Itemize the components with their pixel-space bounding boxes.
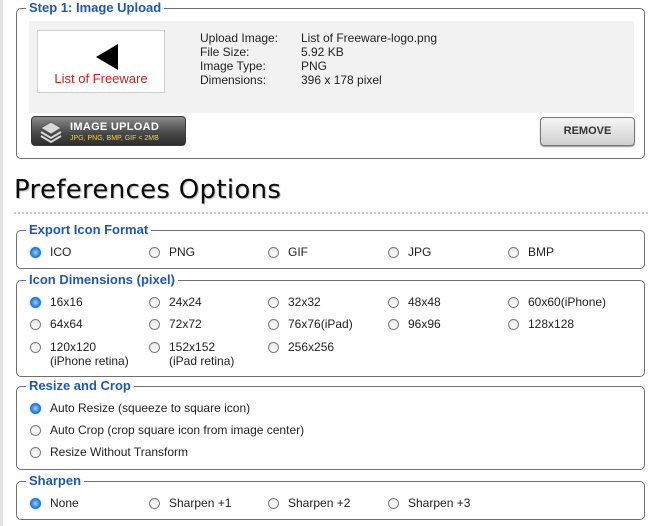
icon-dimensions-section: Icon Dimensions (pixel) 16x16 24x24 32x3… bbox=[16, 272, 645, 377]
resize-option-label: Resize Without Transform bbox=[50, 445, 189, 459]
resize-crop-legend: Resize and Crop bbox=[26, 378, 134, 394]
radio-icon[interactable] bbox=[508, 297, 519, 308]
dimension-option-label: 76x76(iPad) bbox=[288, 317, 353, 331]
dimension-option-sublabel: (iPad retina) bbox=[169, 354, 235, 368]
dimensions-value: 396 x 178 pixel bbox=[301, 73, 382, 87]
radio-icon[interactable] bbox=[30, 425, 41, 436]
radio-icon[interactable] bbox=[508, 247, 519, 258]
image-type-value: PNG bbox=[301, 59, 328, 73]
dimension-option-label: 24x24 bbox=[169, 295, 202, 309]
file-size-label: File Size: bbox=[200, 45, 250, 59]
sharpen-option-label: Sharpen +1 bbox=[169, 496, 232, 510]
image-upload-formats: JPG, PNG, BMP, GIF < 2MB bbox=[70, 135, 159, 142]
radio-icon[interactable] bbox=[268, 319, 279, 330]
radio-selected-icon[interactable] bbox=[30, 403, 41, 414]
page-title: Preferences Options bbox=[14, 175, 282, 205]
radio-selected-icon[interactable] bbox=[30, 498, 41, 509]
resize-crop-section: Resize and Crop Auto Resize (squeeze to … bbox=[16, 378, 645, 470]
logo-arrow-icon bbox=[96, 44, 118, 70]
image-type-label: Image Type: bbox=[200, 59, 266, 73]
file-size-value: 5.92 KB bbox=[301, 45, 344, 59]
radio-icon[interactable] bbox=[30, 319, 41, 330]
remove-button[interactable]: REMOVE bbox=[540, 117, 635, 146]
export-format-section: Export Icon Format ICO PNG GIF JPG BMP bbox=[16, 222, 645, 269]
sharpen-option-label: Sharpen +3 bbox=[408, 496, 471, 510]
radio-icon[interactable] bbox=[149, 247, 160, 258]
dotted-divider bbox=[14, 212, 648, 214]
radio-selected-icon[interactable] bbox=[30, 247, 41, 258]
dimensions-label: Dimensions: bbox=[200, 73, 267, 87]
format-option-label: GIF bbox=[288, 245, 308, 259]
radio-icon[interactable] bbox=[388, 247, 399, 258]
radio-icon[interactable] bbox=[388, 498, 399, 509]
dimension-option-label: 256x256 bbox=[288, 340, 335, 354]
icon-dimensions-legend: Icon Dimensions (pixel) bbox=[26, 272, 178, 288]
page-left-border bbox=[0, 0, 3, 526]
resize-option-label: Auto Resize (squeeze to square icon) bbox=[50, 401, 251, 415]
image-preview: List of Freeware bbox=[37, 30, 165, 93]
sharpen-option-label: None bbox=[50, 496, 79, 510]
dimension-option-sublabel: (iPhone retina) bbox=[50, 354, 129, 368]
radio-icon[interactable] bbox=[30, 447, 41, 458]
upload-info-panel: List of Freeware Upload Image: File Size… bbox=[29, 21, 634, 113]
layers-icon bbox=[40, 121, 62, 143]
radio-icon[interactable] bbox=[508, 319, 519, 330]
format-option-label: JPG bbox=[408, 245, 432, 259]
dimension-option-label: 64x64 bbox=[50, 317, 83, 331]
dimension-option-label: 16x16 bbox=[50, 295, 83, 309]
image-upload-button[interactable]: IMAGE UPLOAD JPG, PNG, BMP, GIF < 2MB bbox=[31, 116, 186, 146]
image-upload-label: IMAGE UPLOAD bbox=[70, 121, 160, 133]
dimension-option-label: 72x72 bbox=[169, 317, 202, 331]
format-option-label: BMP bbox=[528, 245, 555, 259]
radio-icon[interactable] bbox=[149, 342, 160, 353]
radio-icon[interactable] bbox=[388, 297, 399, 308]
dimension-option-label: 60x60(iPhone) bbox=[528, 295, 607, 309]
radio-selected-icon[interactable] bbox=[30, 297, 41, 308]
upload-image-value: List of Freeware-logo.png bbox=[301, 31, 438, 45]
format-option-label: ICO bbox=[50, 245, 72, 259]
upload-image-label: Upload Image: bbox=[200, 31, 279, 45]
radio-icon[interactable] bbox=[388, 319, 399, 330]
dimension-option-label: 48x48 bbox=[408, 295, 441, 309]
radio-icon[interactable] bbox=[268, 342, 279, 353]
image-upload-section: Step 1: Image Upload List of Freeware Up… bbox=[16, 0, 645, 159]
radio-icon[interactable] bbox=[149, 319, 160, 330]
radio-icon[interactable] bbox=[149, 297, 160, 308]
file-info-labels: Upload Image: File Size: Image Type: Dim… bbox=[200, 31, 278, 87]
file-info-values: List of Freeware-logo.png 5.92 KB PNG 39… bbox=[301, 31, 437, 87]
dimension-option-label: 32x32 bbox=[288, 295, 321, 309]
format-option-label: PNG bbox=[169, 245, 196, 259]
sharpen-legend: Sharpen bbox=[26, 473, 85, 489]
radio-icon[interactable] bbox=[30, 342, 41, 353]
resize-option-label: Auto Crop (crop square icon from image c… bbox=[50, 423, 305, 437]
dimension-option-label: 128x128 bbox=[528, 317, 575, 331]
export-format-legend: Export Icon Format bbox=[26, 222, 152, 238]
sharpen-section: Sharpen None Sharpen +1 Sharpen +2 Sharp… bbox=[16, 473, 645, 520]
dimension-option-label: 120x120 bbox=[50, 340, 97, 354]
dimension-option-label: 152x152 bbox=[169, 340, 216, 354]
radio-icon[interactable] bbox=[268, 297, 279, 308]
image-upload-legend: Step 1: Image Upload bbox=[26, 0, 165, 16]
sharpen-option-label: Sharpen +2 bbox=[288, 496, 351, 510]
radio-icon[interactable] bbox=[268, 498, 279, 509]
dimension-option-label: 96x96 bbox=[408, 317, 441, 331]
logo-text: List of Freeware bbox=[54, 71, 148, 86]
radio-icon[interactable] bbox=[268, 247, 279, 258]
radio-icon[interactable] bbox=[149, 498, 160, 509]
